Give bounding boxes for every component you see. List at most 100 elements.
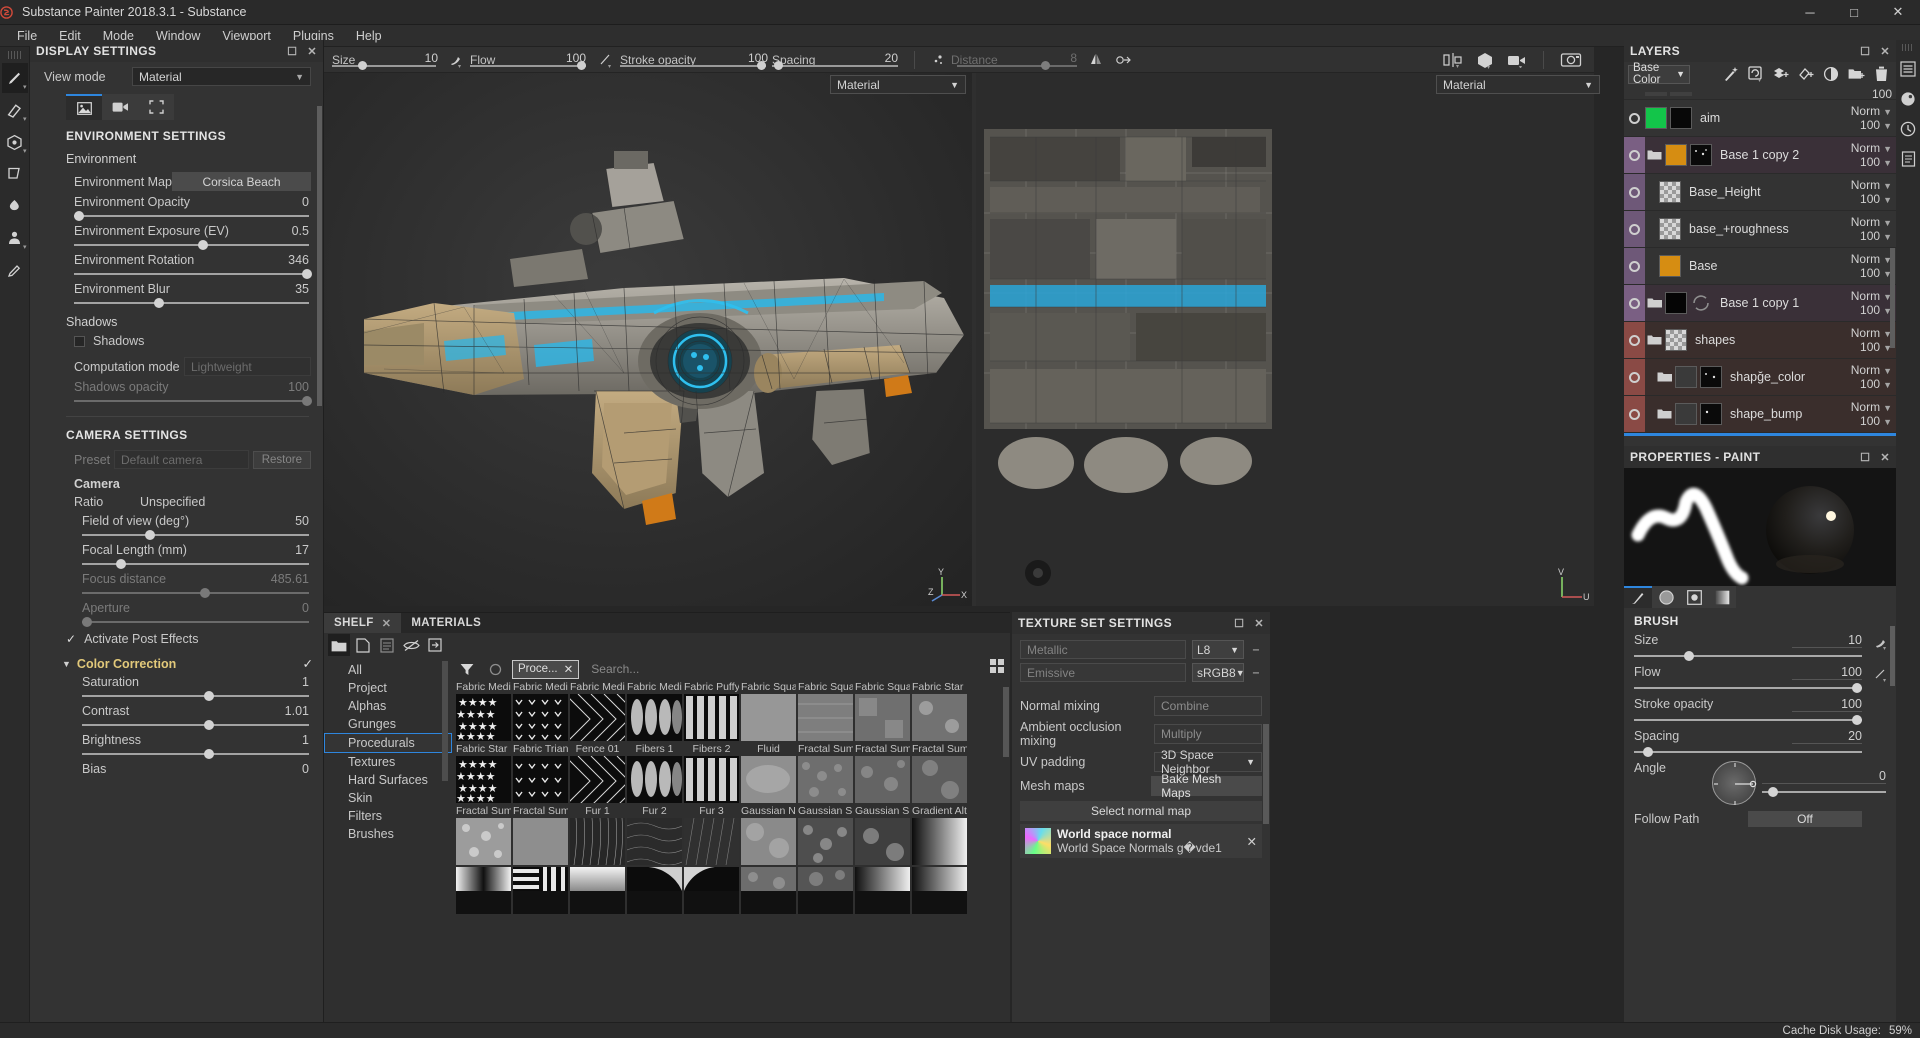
shadows-opacity-slider[interactable] bbox=[74, 395, 312, 407]
toolbar-size-slider[interactable] bbox=[332, 60, 436, 70]
layer-name[interactable]: shapes bbox=[1695, 333, 1834, 347]
close-icon[interactable]: ✕ bbox=[307, 45, 317, 58]
layer-visibility-toggle[interactable] bbox=[1624, 396, 1645, 432]
layer-name[interactable]: shapğe_color bbox=[1730, 370, 1834, 384]
shelf-scrollbar[interactable] bbox=[1003, 687, 1009, 757]
shadows-checkbox-row[interactable]: Shadows bbox=[30, 330, 323, 352]
restore-camera-button[interactable]: Restore bbox=[252, 450, 311, 469]
viewport-2d-uv[interactable]: Material ▼ V U bbox=[976, 73, 1600, 606]
focal-length-slider[interactable] bbox=[82, 558, 309, 570]
shelf-item[interactable]: Fractal Sum 3 bbox=[912, 743, 967, 803]
layer-thumb[interactable] bbox=[1645, 107, 1667, 129]
menu-help[interactable]: Help bbox=[345, 27, 393, 45]
shelf-item[interactable]: Fence 01 bbox=[570, 743, 625, 803]
shelf-item[interactable] bbox=[627, 867, 682, 914]
layer-opacity[interactable]: 100 ▼ bbox=[1860, 155, 1892, 169]
log-icon[interactable] bbox=[1897, 147, 1919, 171]
layer-opacity[interactable]: 100 ▼ bbox=[1860, 192, 1892, 206]
color-correction-section[interactable]: ▼ Color Correction ✓ bbox=[30, 650, 323, 673]
viewport[interactable]: Material ▼ Y X Z Material ▼ V U bbox=[324, 73, 1600, 606]
layer-opacity[interactable]: 100 ▼ bbox=[1860, 377, 1892, 391]
table-row[interactable]: Base_Height Norm ▼ 100 ▼ bbox=[1624, 174, 1896, 211]
shader-settings-icon[interactable] bbox=[1897, 87, 1919, 111]
layers-list-icon[interactable] bbox=[1897, 57, 1919, 81]
metallic-field[interactable]: Metallic bbox=[1020, 640, 1186, 659]
shelf-category-filters[interactable]: Filters bbox=[324, 807, 452, 825]
tab-environment[interactable] bbox=[66, 94, 102, 120]
shelf-item[interactable]: Fur 2 bbox=[627, 805, 682, 865]
shelf-item[interactable] bbox=[855, 867, 910, 914]
table-row[interactable]: aim Norm ▼ 100 ▼ bbox=[1624, 100, 1896, 137]
table-row[interactable]: base_+roughness Norm ▼ 100 ▼ bbox=[1624, 211, 1896, 248]
shelf-item[interactable]: Gaussian S... bbox=[855, 805, 910, 865]
tab-alpha[interactable] bbox=[1652, 586, 1680, 608]
shelf-item[interactable] bbox=[912, 867, 967, 914]
folder-open-icon[interactable] bbox=[1657, 408, 1672, 420]
brush-size-pressure-icon[interactable]: ▾ bbox=[1875, 636, 1890, 650]
shelf-folder-icon[interactable] bbox=[328, 634, 350, 656]
layer-blend-mode[interactable]: Norm ▼ bbox=[1851, 141, 1892, 155]
shelf-item[interactable]: Fabric Trian... bbox=[513, 743, 568, 803]
close-button[interactable]: ✕ bbox=[1876, 0, 1920, 25]
layer-opacity[interactable]: 100 ▼ bbox=[1860, 340, 1892, 354]
layer-mask-thumb[interactable] bbox=[1690, 144, 1712, 166]
brush-stroke-opacity-value[interactable]: 100 bbox=[1792, 697, 1862, 712]
layer-thumb[interactable] bbox=[1659, 255, 1681, 277]
shelf-item[interactable] bbox=[684, 867, 739, 914]
shelf-import-icon[interactable] bbox=[424, 634, 446, 656]
close-icon[interactable]: ✕ bbox=[1880, 45, 1890, 58]
folder-closed-icon[interactable] bbox=[1657, 371, 1672, 383]
tab-display[interactable] bbox=[138, 94, 174, 120]
table-row[interactable]: shape_bump Norm ▼ 100 ▼ bbox=[1624, 396, 1896, 433]
shelf-search-input[interactable]: Search... bbox=[585, 659, 1006, 679]
saturation-slider[interactable] bbox=[82, 690, 309, 702]
shelf-category-project[interactable]: Project bbox=[324, 679, 452, 697]
polygon-fill-tool-button[interactable] bbox=[2, 159, 28, 189]
layer-opacity[interactable]: 100 ▼ bbox=[1860, 118, 1892, 132]
shelf-item[interactable]: Gaussian N... bbox=[741, 805, 796, 865]
layer-thumb[interactable] bbox=[1665, 329, 1687, 351]
shelf-category-hard-surfaces[interactable]: Hard Surfaces bbox=[324, 771, 452, 789]
layer-opacity[interactable]: 100 ▼ bbox=[1860, 303, 1892, 317]
paint-tool-button[interactable]: ▾ bbox=[1, 63, 28, 93]
computation-mode-select[interactable]: Lightweight bbox=[184, 357, 311, 376]
table-row[interactable]: Base 1 copy 2 Norm ▼ 100 ▼ bbox=[1624, 137, 1896, 174]
tab-material[interactable] bbox=[1680, 586, 1708, 608]
shelf-item[interactable]: Gradient Alt... bbox=[912, 805, 967, 865]
toolbar-stroke-opacity-slider[interactable] bbox=[620, 60, 766, 70]
shelf-item[interactable] bbox=[456, 867, 511, 914]
shelf-item[interactable] bbox=[513, 867, 568, 914]
maximize-button[interactable]: □ bbox=[1832, 0, 1876, 25]
rightrail-grip[interactable] bbox=[1902, 44, 1914, 51]
refresh-icon[interactable] bbox=[484, 658, 506, 680]
camera-preset-select[interactable]: Default camera bbox=[114, 450, 249, 469]
layer-blend-mode[interactable]: Norm ▼ bbox=[1851, 252, 1892, 266]
viewport-3d[interactable]: Material ▼ Y X Z bbox=[324, 73, 972, 606]
toolbar-spacing-slider[interactable] bbox=[772, 60, 898, 70]
check-icon[interactable]: ✓ bbox=[303, 656, 313, 671]
brush-angle-slider[interactable] bbox=[1762, 786, 1886, 798]
shelf-categories-scrollbar[interactable] bbox=[442, 661, 448, 781]
layer-thumb[interactable] bbox=[1659, 218, 1681, 240]
smudge-tool-button[interactable] bbox=[2, 191, 28, 221]
add-mask-icon[interactable] bbox=[1820, 63, 1842, 85]
layer-thumb[interactable] bbox=[1659, 181, 1681, 203]
table-row[interactable]: Base Norm ▼ 100 ▼ bbox=[1624, 248, 1896, 285]
brush-pressure-flow-icon[interactable]: ▾ bbox=[594, 47, 620, 73]
shelf-category-brushes[interactable]: Brushes bbox=[324, 825, 452, 843]
toolbar-flow-slider[interactable] bbox=[470, 60, 586, 70]
shelf-item[interactable]: Gaussian S... bbox=[798, 805, 853, 865]
add-fill-layer-icon[interactable] bbox=[1770, 63, 1792, 85]
brush-flow-value[interactable]: 100 bbox=[1792, 665, 1862, 680]
close-icon[interactable]: ✕ bbox=[1880, 451, 1890, 464]
shelf-item[interactable]: Fabric Puffy... bbox=[684, 681, 739, 741]
shelf-item[interactable]: Fabric Squa... bbox=[741, 681, 796, 741]
metallic-format-select[interactable]: L8 ▼ bbox=[1192, 640, 1244, 659]
toolbar-distance-slider[interactable] bbox=[957, 60, 1077, 70]
clone-tool-button[interactable]: ▾ bbox=[2, 223, 28, 253]
left-panel-scrollbar[interactable] bbox=[317, 106, 322, 406]
shelf-category-alphas[interactable]: Alphas bbox=[324, 697, 452, 715]
layer-name[interactable]: base_+roughness bbox=[1689, 222, 1834, 236]
environment-opacity-slider[interactable] bbox=[73, 210, 309, 222]
layer-visibility-toggle[interactable] bbox=[1624, 322, 1645, 358]
